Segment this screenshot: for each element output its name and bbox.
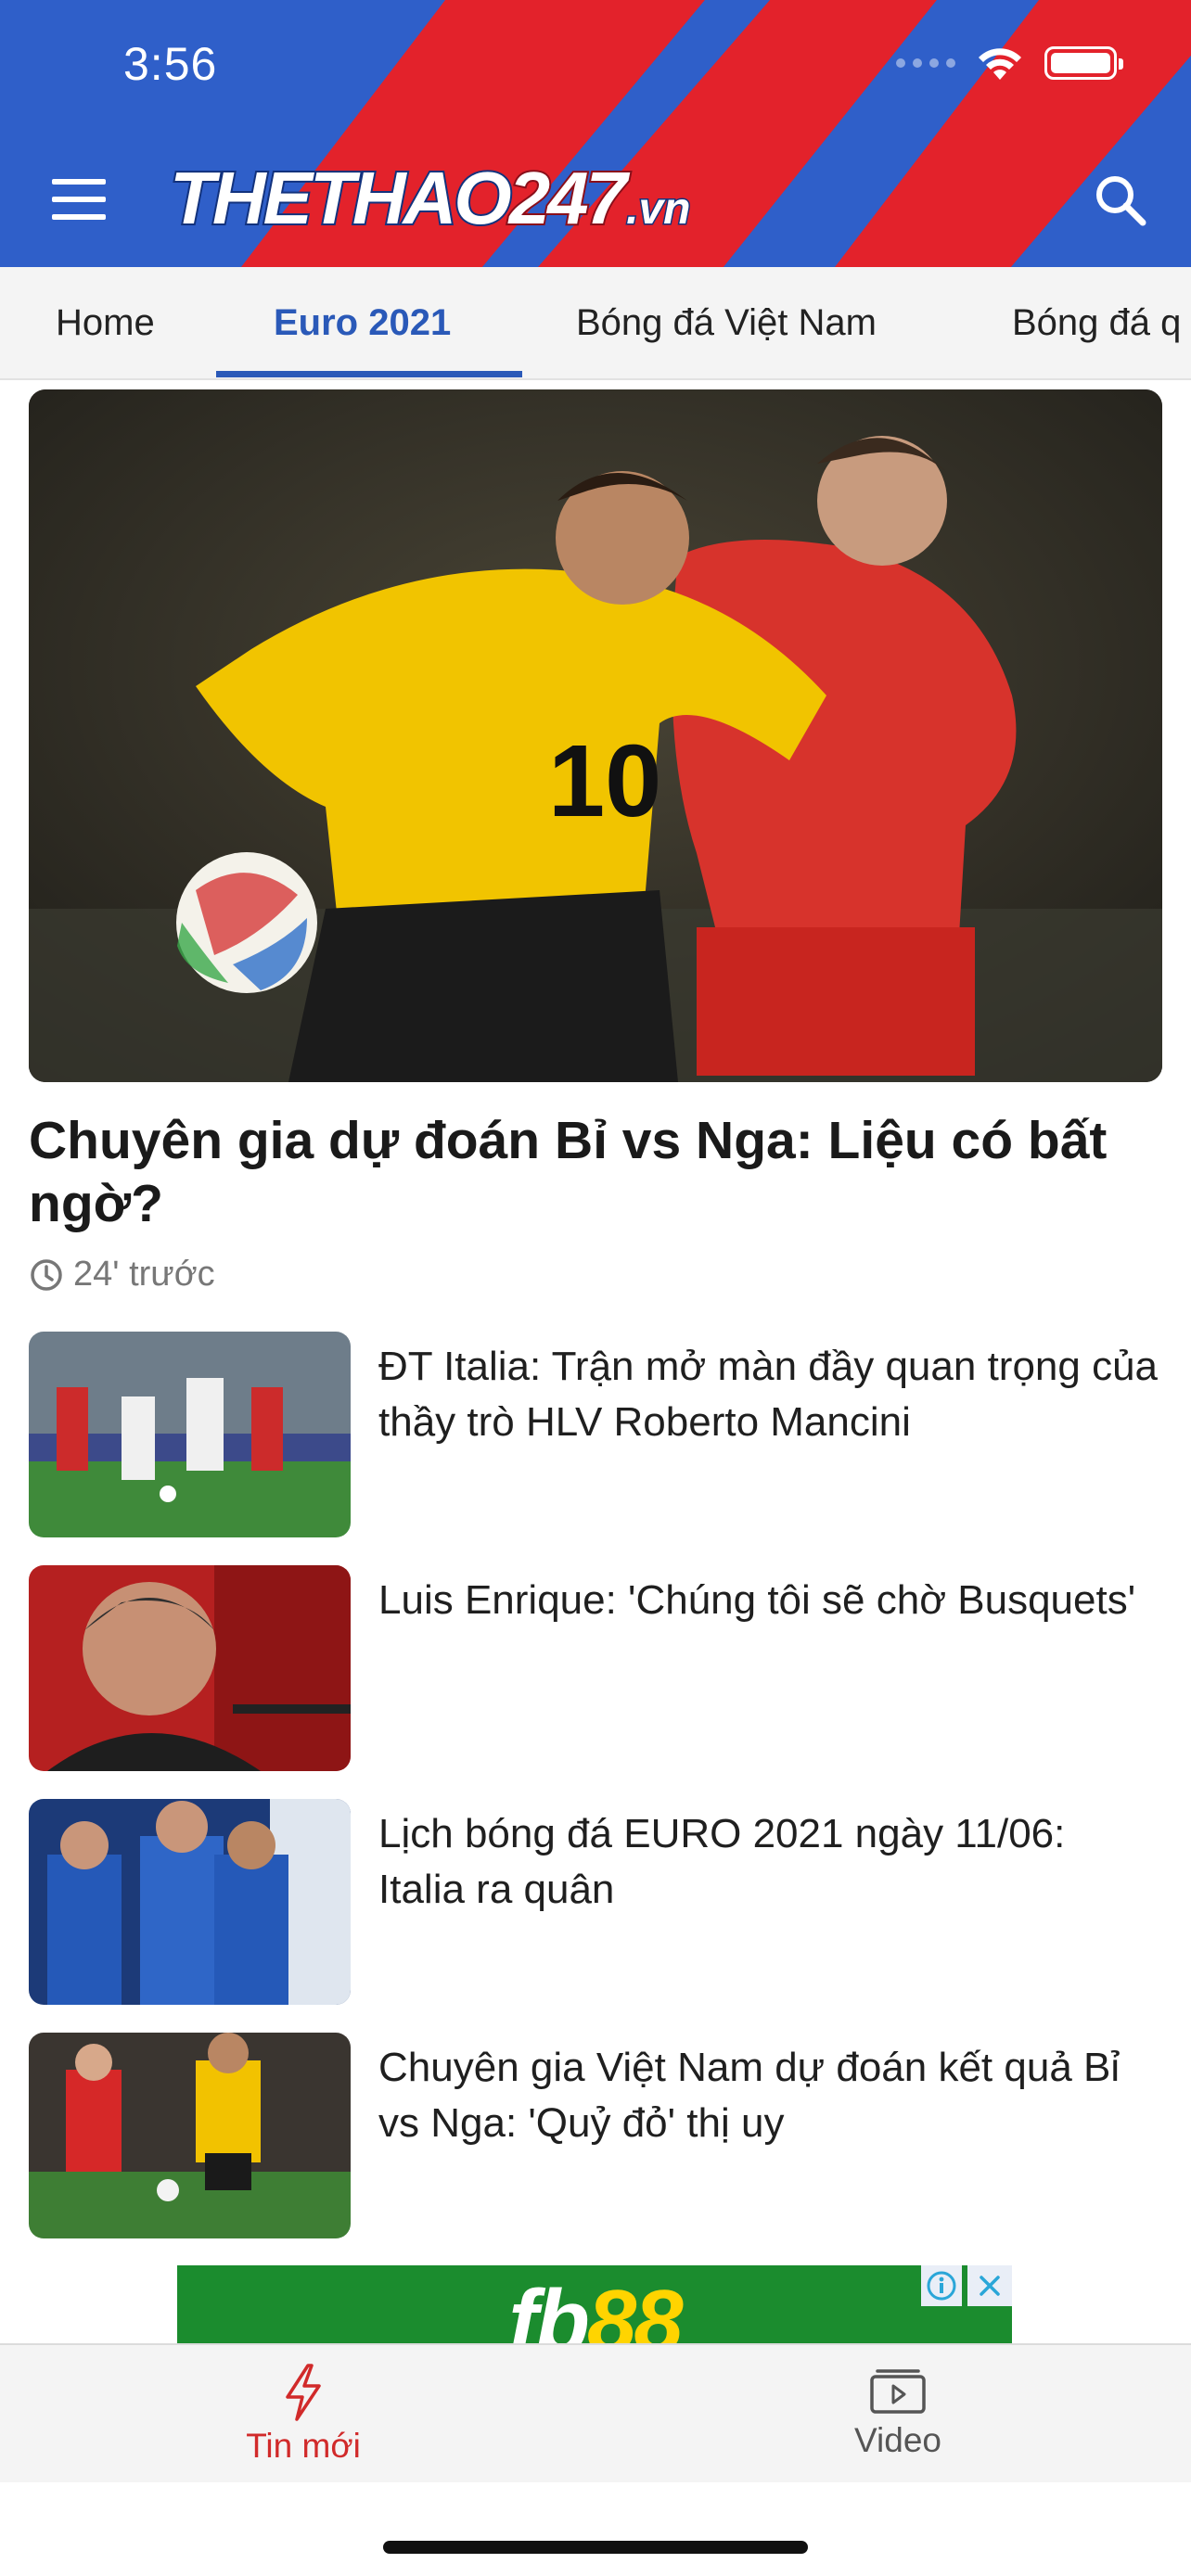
- logo-tld: .vn: [625, 184, 692, 236]
- logo-number: 247: [507, 155, 630, 241]
- featured-image[interactable]: 10: [29, 389, 1162, 1082]
- ad-banner[interactable]: fb88: [177, 2265, 1012, 2343]
- tab-euro-2021[interactable]: Euro 2021: [274, 267, 451, 378]
- clock-icon: [31, 1258, 62, 1291]
- status-icons: [896, 45, 1123, 82]
- ad-brand: fb88: [508, 2272, 683, 2343]
- nav-video[interactable]: Video: [759, 2364, 1037, 2460]
- list-item[interactable]: Lịch bóng đá EURO 2021 ngày 11/06: Itali…: [29, 1799, 1162, 2005]
- featured-photo: 10: [29, 389, 1162, 1082]
- logo-main: THETHAO: [168, 155, 514, 241]
- category-tabs: Home Euro 2021 Bóng đá Việt Nam Bóng đá …: [0, 267, 1191, 380]
- article-thumbnail: [29, 1332, 351, 1537]
- status-bar: 3:56: [0, 0, 1191, 130]
- featured-title[interactable]: Chuyên gia dự đoán Bỉ vs Nga: Liệu có bấ…: [29, 1109, 1162, 1235]
- signal-icon: [896, 58, 955, 68]
- article-title: Lịch bóng đá EURO 2021 ngày 11/06: Itali…: [378, 1811, 1066, 1912]
- nav-video-label: Video: [854, 2421, 941, 2459]
- bottom-navigation: Tin mới Video: [0, 2343, 1191, 2482]
- status-time: 3:56: [123, 38, 218, 90]
- info-icon[interactable]: [921, 2265, 962, 2306]
- list-item[interactable]: Chuyên gia Việt Nam dự đoán kết quả Bỉ v…: [29, 2033, 1162, 2238]
- article-thumbnail: [29, 2033, 351, 2238]
- video-icon: [870, 2369, 926, 2414]
- nav-tin-moi-label: Tin mới: [246, 2427, 361, 2465]
- tab-bong-da-quoc-te[interactable]: Bóng đá q: [1012, 267, 1181, 378]
- close-icon[interactable]: [967, 2265, 1012, 2306]
- search-icon[interactable]: [1089, 169, 1154, 234]
- hamburger-icon[interactable]: [46, 172, 111, 227]
- article-title: ĐT Italia: Trận mở màn đầy quan trọng củ…: [378, 1344, 1159, 1445]
- featured-time-text: 24' trước: [73, 1255, 215, 1294]
- svg-text:10: 10: [548, 724, 661, 838]
- app-header: 3:56 THETHAO 247 .vn: [0, 0, 1191, 267]
- article-thumbnail: [29, 1565, 351, 1771]
- article-title: Luis Enrique: 'Chúng tôi sẽ chờ Busquets…: [378, 1577, 1136, 1623]
- app-logo[interactable]: THETHAO 247 .vn: [168, 155, 692, 241]
- wifi-icon: [979, 48, 1021, 80]
- tab-home[interactable]: Home: [56, 267, 155, 378]
- lightning-icon: [286, 2364, 321, 2421]
- list-item[interactable]: Luis Enrique: 'Chúng tôi sẽ chờ Busquets…: [29, 1565, 1162, 1771]
- featured-timestamp: 24' trước: [29, 1255, 215, 1294]
- list-item[interactable]: ĐT Italia: Trận mở màn đầy quan trọng củ…: [29, 1332, 1162, 1537]
- tab-bong-da-viet-nam[interactable]: Bóng đá Việt Nam: [576, 267, 877, 378]
- nav-tin-moi[interactable]: Tin mới: [164, 2364, 442, 2466]
- article-thumbnail: [29, 1799, 351, 2005]
- battery-icon: [1044, 46, 1123, 80]
- active-tab-indicator: [216, 371, 522, 377]
- home-indicator[interactable]: [383, 2541, 808, 2554]
- article-title: Chuyên gia Việt Nam dự đoán kết quả Bỉ v…: [378, 2045, 1121, 2146]
